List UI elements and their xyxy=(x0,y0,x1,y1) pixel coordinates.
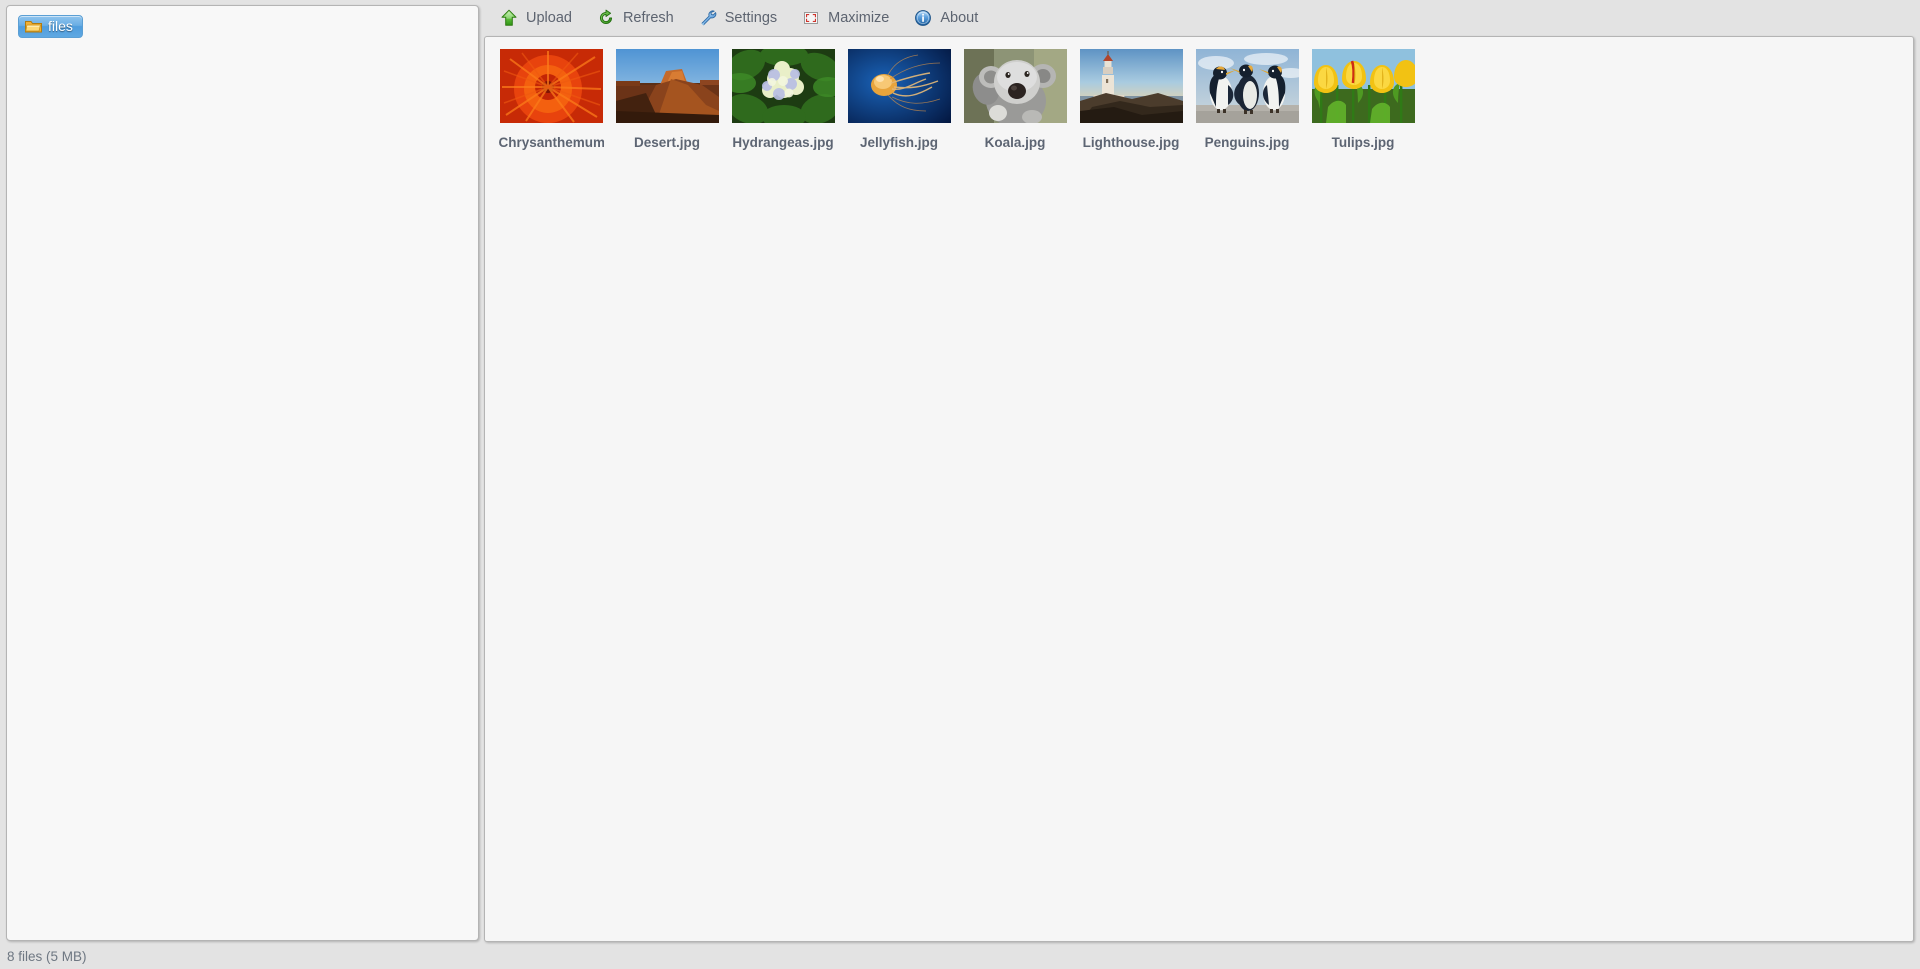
folder-icon xyxy=(25,19,42,33)
info-icon xyxy=(913,8,933,28)
thumbnail-image-jellyfish[interactable] xyxy=(847,49,951,123)
status-text: 8 files (5 MB) xyxy=(7,949,87,964)
file-thumbnail-panel[interactable]: Chrysanthemum Desert.jpg Hydrangeas.jpg … xyxy=(484,36,1914,942)
folder-tree-panel[interactable]: files xyxy=(6,5,479,941)
toolbar: Upload Refresh Settings Maximize About xyxy=(484,0,1920,36)
tree-item-label: files xyxy=(48,18,73,34)
upload-arrow-icon xyxy=(499,8,519,28)
wrench-icon xyxy=(698,8,718,28)
thumbnail-item[interactable]: Penguins.jpg xyxy=(1189,49,1305,151)
thumbnail-image-tulips[interactable] xyxy=(1311,49,1415,123)
status-bar: 8 files (5 MB) xyxy=(0,945,1920,969)
thumbnail-label: Tulips.jpg xyxy=(1331,135,1395,150)
toolbar-label-about: About xyxy=(940,9,979,26)
refresh-icon xyxy=(596,8,616,28)
thumbnail-item[interactable]: Tulips.jpg xyxy=(1305,49,1421,151)
folder-tree-list: files xyxy=(7,6,478,38)
toolbar-label-refresh: Refresh xyxy=(622,9,674,26)
thumbnail-image-desert[interactable] xyxy=(615,49,719,123)
thumbnail-label: Penguins.jpg xyxy=(1204,135,1290,150)
thumbnail-item[interactable]: Koala.jpg xyxy=(957,49,1073,151)
tree-item-files[interactable]: files xyxy=(18,15,83,38)
thumbnail-grid: Chrysanthemum Desert.jpg Hydrangeas.jpg … xyxy=(485,37,1913,161)
toolbar-button-settings[interactable]: Settings xyxy=(689,3,792,33)
file-manager-window: files Upload Refresh Settings Maximize A… xyxy=(0,0,1920,969)
toolbar-label-settings: Settings xyxy=(724,9,778,26)
thumbnail-image-koala[interactable] xyxy=(963,49,1067,123)
thumbnail-label: Jellyfish.jpg xyxy=(859,135,939,150)
thumbnail-label: Koala.jpg xyxy=(984,135,1046,150)
thumbnail-label: Hydrangeas.jpg xyxy=(732,135,834,150)
toolbar-button-refresh[interactable]: Refresh xyxy=(587,3,689,33)
thumbnail-image-hydrangeas[interactable] xyxy=(731,49,835,123)
toolbar-button-upload[interactable]: Upload xyxy=(490,3,587,33)
thumbnail-image-lighthouse[interactable] xyxy=(1079,49,1183,123)
thumbnail-label: Lighthouse.jpg xyxy=(1082,135,1180,150)
thumbnail-item[interactable]: Hydrangeas.jpg xyxy=(725,49,841,151)
thumbnail-image-penguins[interactable] xyxy=(1195,49,1299,123)
toolbar-label-upload: Upload xyxy=(526,9,572,26)
thumbnail-item[interactable]: Chrysanthemum xyxy=(493,49,609,151)
toolbar-button-maximize[interactable]: Maximize xyxy=(792,3,904,33)
thumbnail-item[interactable]: Jellyfish.jpg xyxy=(841,49,957,151)
thumbnail-image-chrysanthemum[interactable] xyxy=(499,49,603,123)
thumbnail-item[interactable]: Lighthouse.jpg xyxy=(1073,49,1189,151)
toolbar-label-maximize: Maximize xyxy=(828,9,890,26)
thumbnail-item[interactable]: Desert.jpg xyxy=(609,49,725,151)
toolbar-button-about[interactable]: About xyxy=(904,3,993,33)
maximize-icon xyxy=(801,8,821,28)
thumbnail-label: Desert.jpg xyxy=(633,135,701,150)
thumbnail-label: Chrysanthemum xyxy=(498,135,604,150)
